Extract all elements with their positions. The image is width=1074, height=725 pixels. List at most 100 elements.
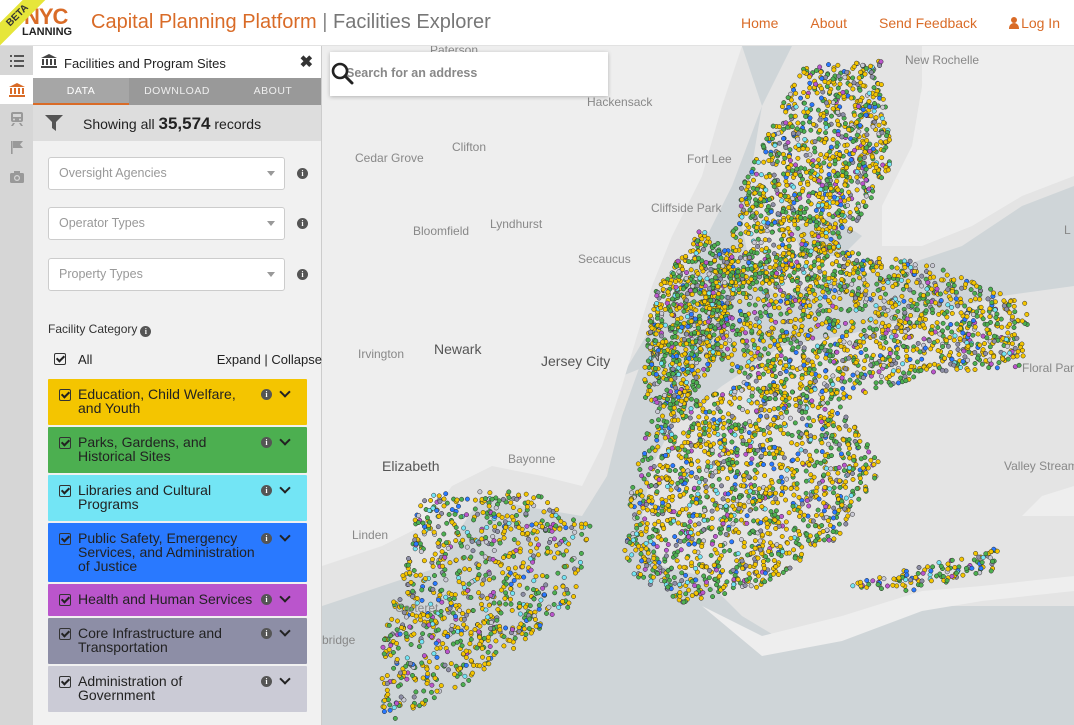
facility-dot[interactable]	[682, 351, 688, 357]
facility-dot[interactable]	[747, 563, 753, 569]
facility-dot[interactable]	[785, 540, 790, 546]
facility-dot[interactable]	[880, 104, 886, 110]
facility-dot[interactable]	[799, 501, 805, 507]
facility-dot[interactable]	[794, 442, 800, 447]
facility-dot[interactable]	[666, 577, 672, 583]
facility-dot[interactable]	[818, 186, 824, 192]
facility-dot[interactable]	[741, 473, 747, 478]
facility-dot[interactable]	[735, 364, 740, 370]
facility-dot[interactable]	[653, 371, 659, 377]
facility-dot[interactable]	[828, 466, 834, 472]
facility-dot[interactable]	[776, 478, 782, 484]
facility-dot[interactable]	[707, 305, 713, 311]
facility-dot[interactable]	[709, 508, 715, 514]
facility-dot[interactable]	[787, 273, 793, 279]
info-icon[interactable]: i	[297, 218, 308, 229]
facility-dot[interactable]	[675, 520, 681, 526]
facility-dot[interactable]	[840, 169, 846, 174]
facility-dot[interactable]	[775, 211, 781, 217]
facility-dot[interactable]	[792, 555, 798, 561]
facility-dot[interactable]	[644, 563, 650, 569]
facility-dot[interactable]	[538, 597, 544, 603]
facility-dot[interactable]	[793, 403, 799, 408]
facility-dot[interactable]	[951, 283, 957, 289]
facility-dot[interactable]	[715, 322, 721, 328]
facility-dot[interactable]	[854, 132, 860, 138]
facility-dot[interactable]	[715, 461, 721, 467]
facility-dot[interactable]	[843, 333, 849, 339]
facility-dot[interactable]	[994, 365, 1000, 371]
facility-dot[interactable]	[835, 109, 841, 115]
facility-dot[interactable]	[798, 215, 804, 221]
facility-dot[interactable]	[881, 120, 887, 126]
facility-dot[interactable]	[900, 361, 906, 367]
facility-dot[interactable]	[774, 159, 780, 164]
facility-dot[interactable]	[879, 175, 885, 181]
facility-dot[interactable]	[966, 331, 972, 337]
facility-dot[interactable]	[699, 265, 705, 271]
facility-dot[interactable]	[846, 427, 852, 433]
facility-dot[interactable]	[837, 296, 843, 302]
facility-dot[interactable]	[689, 593, 695, 599]
facility-dot[interactable]	[730, 503, 736, 509]
facility-dot[interactable]	[771, 338, 777, 344]
facility-dot[interactable]	[717, 409, 723, 415]
facility-dot[interactable]	[810, 163, 816, 168]
facility-dot[interactable]	[863, 333, 869, 339]
facility-dot[interactable]	[763, 265, 769, 270]
facility-dot[interactable]	[732, 395, 738, 401]
facility-dot[interactable]	[812, 542, 818, 548]
nav-home-link[interactable]: Home	[741, 15, 778, 31]
facility-dot[interactable]	[1011, 303, 1017, 309]
facility-dot[interactable]	[811, 418, 816, 424]
facility-dot[interactable]	[929, 306, 935, 312]
facility-dot[interactable]	[811, 177, 817, 182]
facility-dot[interactable]	[951, 277, 957, 283]
facility-dot[interactable]	[708, 266, 714, 272]
facility-dot[interactable]	[696, 468, 702, 474]
facility-dot[interactable]	[688, 267, 694, 273]
facility-dot[interactable]	[919, 356, 925, 362]
facility-dot[interactable]	[796, 147, 802, 153]
facility-dot[interactable]	[787, 158, 793, 163]
facility-dot[interactable]	[698, 346, 703, 352]
facility-dot[interactable]	[731, 495, 737, 501]
facility-dot[interactable]	[840, 250, 846, 256]
facility-dot[interactable]	[854, 169, 860, 175]
facility-dot[interactable]	[791, 492, 797, 498]
facility-dot[interactable]	[752, 271, 758, 277]
facility-dot[interactable]	[750, 386, 756, 392]
facility-dot[interactable]	[767, 395, 773, 401]
facility-dot[interactable]	[953, 289, 959, 295]
facility-dot[interactable]	[829, 261, 835, 267]
facility-dot[interactable]	[831, 485, 837, 491]
facility-dot[interactable]	[819, 321, 825, 327]
nav-login-link[interactable]: Log In	[1009, 15, 1060, 31]
facility-dot[interactable]	[900, 286, 906, 292]
facility-dot[interactable]	[854, 174, 860, 180]
facility-dot[interactable]	[741, 483, 747, 489]
facility-dot[interactable]	[763, 174, 769, 180]
facility-dot[interactable]	[828, 445, 834, 451]
facility-dot[interactable]	[766, 131, 771, 137]
map-canvas[interactable]: Search for an address Paterson Hackensac…	[322, 46, 1074, 725]
facility-dot[interactable]	[984, 327, 990, 333]
facility-dot[interactable]	[771, 178, 777, 184]
facility-dot[interactable]	[639, 558, 645, 564]
facility-dot[interactable]	[919, 312, 924, 318]
facility-dot[interactable]	[845, 261, 850, 267]
facility-dot[interactable]	[799, 188, 805, 194]
facility-dot[interactable]	[1019, 318, 1025, 324]
facility-dot[interactable]	[987, 314, 993, 320]
facility-dot[interactable]	[818, 211, 824, 217]
facility-dot[interactable]	[887, 161, 892, 167]
facility-dot[interactable]	[511, 645, 517, 651]
facility-dot[interactable]	[822, 485, 828, 490]
facility-dot[interactable]	[781, 421, 787, 427]
facility-dot[interactable]	[793, 162, 798, 168]
facility-dot[interactable]	[815, 241, 821, 247]
facility-dot[interactable]	[858, 69, 863, 75]
facility-dot[interactable]	[940, 267, 946, 273]
facility-dot[interactable]	[624, 555, 630, 561]
facility-dot[interactable]	[846, 272, 852, 277]
